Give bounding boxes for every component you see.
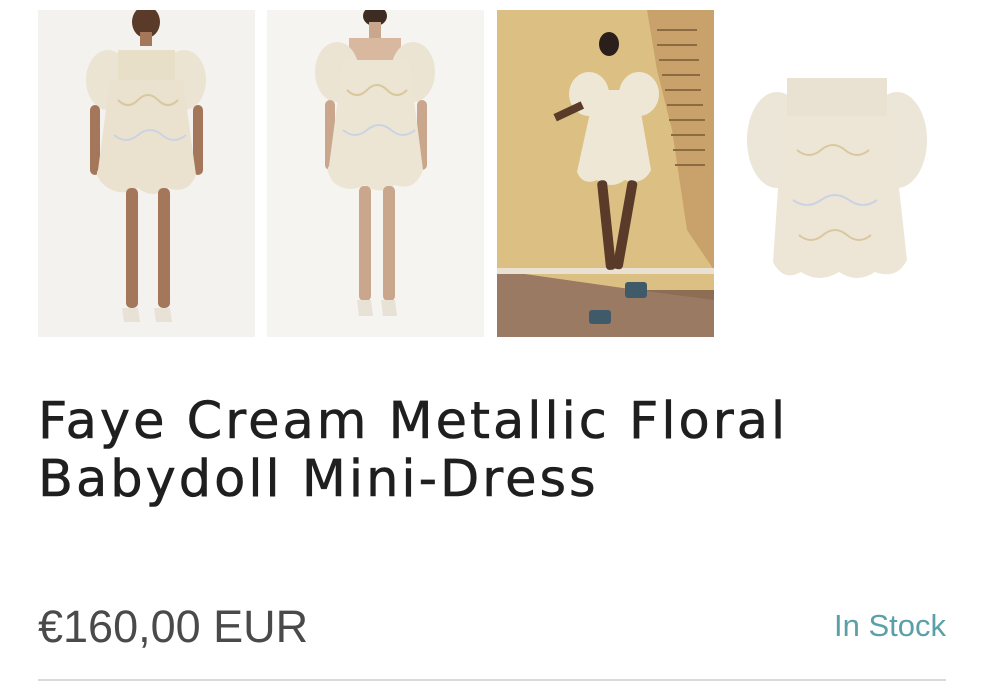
- section-divider: [38, 679, 946, 681]
- product-image-flatlay[interactable]: [727, 10, 944, 337]
- product-image-editorial[interactable]: [497, 10, 714, 337]
- product-price: €160,00 EUR: [38, 601, 309, 652]
- dress-editorial-illustration: [497, 10, 714, 337]
- product-page: Faye Cream Metallic Floral Babydoll Mini…: [0, 0, 983, 700]
- dress-back-illustration: [267, 10, 484, 337]
- product-image-front[interactable]: [38, 10, 255, 337]
- product-image-back[interactable]: [267, 10, 484, 337]
- product-gallery: [38, 10, 946, 337]
- dress-front-illustration: [38, 10, 255, 337]
- dress-flatlay-illustration: [727, 10, 944, 337]
- stock-status: In Stock: [834, 608, 946, 643]
- product-title: Faye Cream Metallic Floral Babydoll Mini…: [38, 392, 789, 509]
